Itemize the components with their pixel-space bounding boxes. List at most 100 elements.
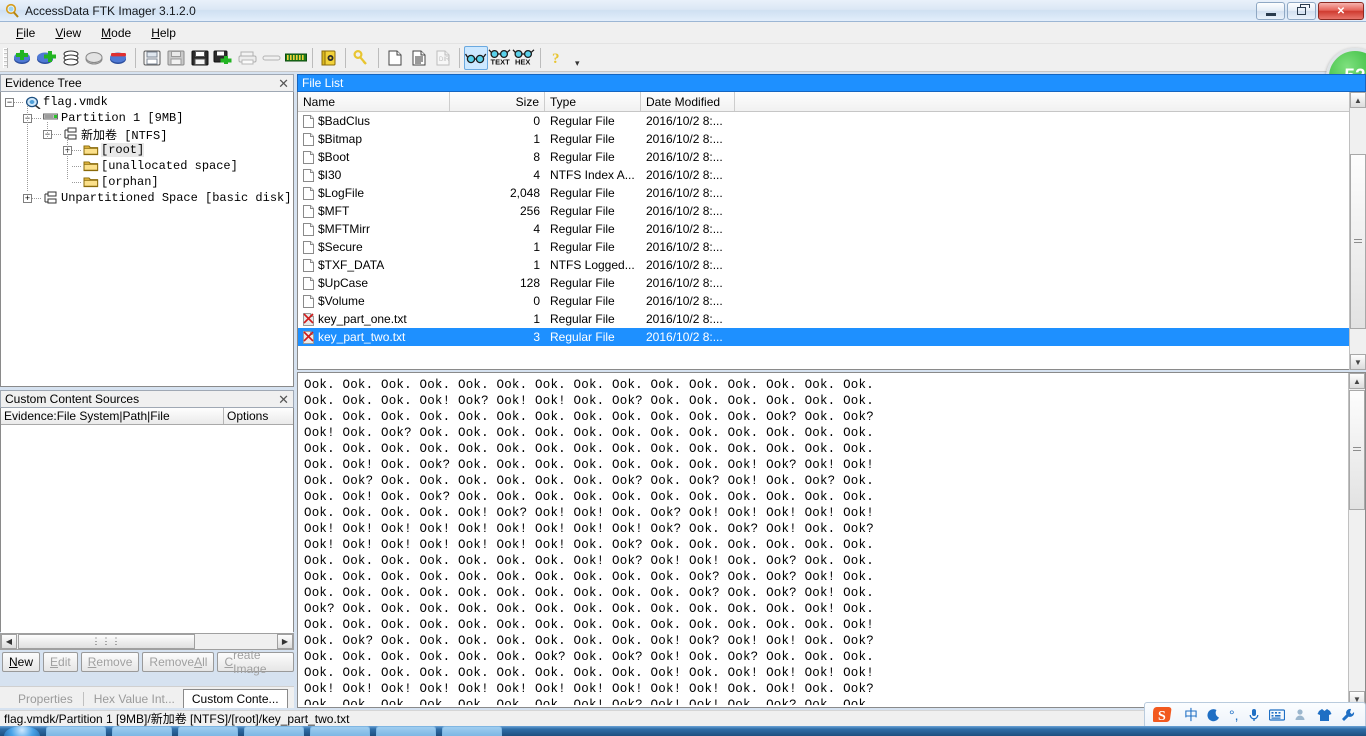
scroll-thumb[interactable]: ⋮⋮⋮ [18, 634, 195, 649]
export-files-icon[interactable] [317, 46, 341, 70]
remove-button[interactable]: Remove [80, 652, 140, 672]
scroll-up-arrow-icon[interactable]: ▲ [1350, 92, 1366, 108]
tree-node-flag-vmdk[interactable]: − flag.vmdk [1, 94, 293, 110]
floppy-save-icon[interactable] [164, 46, 188, 70]
dir-listing-icon[interactable]: DIR [431, 46, 455, 70]
glasses-text-icon[interactable]: TEXT [488, 46, 512, 70]
table-row[interactable]: $Boot 8 Regular File 2016/10/2 8:... [298, 148, 1365, 166]
tab-properties[interactable]: Properties [10, 690, 81, 708]
file-properties-icon[interactable] [407, 46, 431, 70]
memory-chip-icon[interactable] [284, 46, 308, 70]
scroll-thumb[interactable] [1349, 390, 1365, 510]
ook-content-text[interactable]: Ook. Ook. Ook. Ook. Ook. Ook. Ook. Ook. … [304, 377, 1345, 705]
tools-icon[interactable] [1341, 708, 1355, 722]
scroll-thumb[interactable] [1350, 154, 1366, 329]
scroll-down-arrow-icon[interactable]: ▼ [1350, 354, 1366, 370]
ccs-body[interactable]: Evidence:File System|Path|File Options [0, 408, 294, 648]
glasses-hex-icon[interactable]: HEX [512, 46, 536, 70]
close-button[interactable]: ✕ [1318, 2, 1364, 20]
menu-mode[interactable]: Mode [91, 24, 141, 42]
close-icon[interactable]: ✕ [278, 77, 289, 90]
tape-icon[interactable] [260, 46, 284, 70]
table-row[interactable]: $LogFile 2,048 Regular File 2016/10/2 8:... [298, 184, 1365, 202]
chinese-mode-icon[interactable]: 中 [1184, 705, 1198, 725]
tree-node-unallocated-space[interactable]: [unallocated space] [1, 158, 293, 174]
tree-node-orphan[interactable]: [orphan] [1, 174, 293, 190]
toolbar-grip[interactable] [3, 47, 8, 68]
expander-icon[interactable]: − [5, 97, 14, 107]
table-row[interactable]: $Volume 0 Regular File 2016/10/2 8:... [298, 292, 1365, 310]
tab-custom-content-sources[interactable]: Custom Conte... [182, 689, 288, 708]
edit-button[interactable]: Edit [43, 652, 78, 672]
soft-keyboard-icon[interactable] [1268, 709, 1285, 721]
export-logical-image-icon[interactable] [212, 46, 236, 70]
sogou-logo-icon[interactable]: S [1153, 705, 1175, 725]
glasses-auto-icon[interactable] [464, 45, 488, 70]
table-row[interactable]: $TXF_DATA 1 NTFS Logged... 2016/10/2 8:... [298, 256, 1365, 274]
key-icon[interactable] [350, 46, 374, 70]
menu-help[interactable]: Help [141, 24, 186, 42]
menu-view[interactable]: View [45, 24, 91, 42]
col-header-date-modified[interactable]: Date Modified [641, 92, 735, 111]
table-row[interactable]: $BadClus 0 Regular File 2016/10/2 8:... [298, 112, 1365, 130]
close-icon[interactable]: ✕ [278, 393, 289, 406]
question-mark-icon[interactable]: ? [545, 46, 569, 70]
create-image-button[interactable]: Create Image [217, 648, 294, 676]
col-header-name[interactable]: Name [298, 92, 450, 111]
user-icon[interactable] [1294, 708, 1308, 722]
table-row[interactable]: key_part_two.txt 3 Regular File 2016/10/2 8… [298, 328, 1365, 346]
table-row[interactable]: $Secure 1 Regular File 2016/10/2 8:... [298, 238, 1365, 256]
scroll-right-arrow-icon[interactable]: ▶ [277, 634, 293, 649]
microphone-icon[interactable] [1248, 708, 1260, 722]
taskbar-item[interactable] [178, 726, 238, 736]
maximize-button[interactable] [1287, 2, 1316, 20]
file-list-vertical-scrollbar[interactable]: ▲ ▼ [1349, 92, 1366, 370]
scroll-up-arrow-icon[interactable]: ▲ [1349, 373, 1365, 389]
toolbar-overflow-button[interactable]: ▾ [575, 58, 580, 71]
taskbar-item[interactable] [310, 726, 370, 736]
expander-icon[interactable]: + [23, 193, 32, 203]
tree-node-partition-1[interactable]: − Partition 1 [9MB] [1, 110, 293, 126]
add-evidence-icon[interactable] [11, 46, 35, 70]
table-row[interactable]: $MFT 256 Regular File 2016/10/2 8:... [298, 202, 1365, 220]
taskbar-item[interactable] [46, 726, 106, 736]
taskbar-item[interactable] [376, 726, 436, 736]
file-list-body[interactable]: Name Size Type Date Modified $BadClus 0 Re… [297, 92, 1366, 370]
col-header-type[interactable]: Type [545, 92, 641, 111]
remove-evidence-icon[interactable] [83, 46, 107, 70]
ccs-col-options[interactable]: Options [224, 408, 293, 424]
start-orb-icon[interactable] [4, 726, 40, 736]
evidence-tree-body[interactable]: − flag.vmdk − [0, 92, 294, 387]
printer-icon[interactable] [236, 46, 260, 70]
image-mounting-icon[interactable] [59, 46, 83, 70]
tree-node-unpartitioned-space[interactable]: + Unpartitioned Space [basic disk] [1, 190, 293, 206]
taskbar-item[interactable] [442, 726, 502, 736]
new-button[interactable]: New [2, 652, 41, 672]
ccs-row-area[interactable] [1, 425, 293, 648]
punctuation-icon[interactable]: °, [1229, 707, 1239, 723]
table-row[interactable]: $I30 4 NTFS Index A... 2016/10/2 8:... [298, 166, 1365, 184]
taskbar-item[interactable] [244, 726, 304, 736]
new-file-icon[interactable] [383, 46, 407, 70]
table-row[interactable]: $Bitmap 1 Regular File 2016/10/2 8:... [298, 130, 1365, 148]
create-disk-image-icon[interactable] [140, 46, 164, 70]
table-row[interactable]: $UpCase 128 Regular File 2016/10/2 8:... [298, 274, 1365, 292]
remove-all-button[interactable]: Remove All [142, 652, 215, 672]
tab-hex-value-interpreter[interactable]: Hex Value Int... [86, 690, 183, 708]
viewer-vertical-scrollbar[interactable]: ▲ ▼ [1348, 373, 1365, 707]
moon-icon[interactable] [1207, 708, 1220, 722]
skin-icon[interactable] [1317, 708, 1332, 722]
tree-node-root-folder[interactable]: + [root] [1, 142, 293, 158]
remove-all-evidence-icon[interactable] [107, 46, 131, 70]
table-row[interactable]: $MFTMirr 4 Regular File 2016/10/2 8:... [298, 220, 1365, 238]
ccs-col-evidence-path[interactable]: Evidence:File System|Path|File [1, 408, 224, 424]
taskbar-item[interactable] [112, 726, 172, 736]
scroll-left-arrow-icon[interactable]: ◀ [1, 634, 17, 649]
table-row[interactable]: key_part_one.txt 1 Regular File 2016/10/2 8… [298, 310, 1365, 328]
minimize-button[interactable] [1256, 2, 1285, 20]
export-disk-image-icon[interactable] [188, 46, 212, 70]
menu-file[interactable]: File [6, 24, 45, 42]
col-header-size[interactable]: Size [450, 92, 545, 111]
tree-node-volume-ntfs[interactable]: − 新加卷 [NTFS] [1, 126, 293, 143]
add-all-devices-icon[interactable] [35, 46, 59, 70]
